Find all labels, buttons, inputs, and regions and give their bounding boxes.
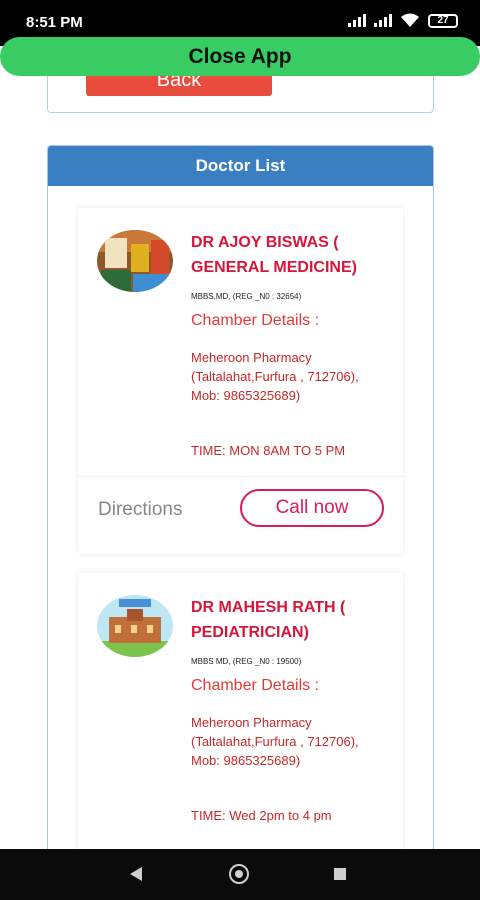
battery-icon: 27 xyxy=(428,13,458,28)
close-app-button[interactable]: Close App xyxy=(0,37,480,76)
home-icon[interactable] xyxy=(229,864,249,884)
chamber-details-title: Chamber Details : xyxy=(191,312,320,329)
doctor-list-panel: Doctor List DR AJOY BISWAS ( GENERAL MED… xyxy=(47,145,434,849)
recents-icon[interactable] xyxy=(334,868,346,880)
wifi-icon xyxy=(401,13,419,27)
doctor-card: DR AJOY BISWAS ( GENERAL MEDICINE) MBBS,… xyxy=(78,208,403,554)
signal-icon xyxy=(348,14,366,27)
android-nav-bar xyxy=(0,849,480,900)
doctor-avatar xyxy=(97,595,173,657)
chamber-address: Meheroon Pharmacy (Taltalahat,Furfura , … xyxy=(191,715,359,768)
doctor-avatar xyxy=(97,230,173,292)
status-time: 8:51 PM xyxy=(26,14,83,31)
doctor-list-header: Doctor List xyxy=(48,146,433,186)
status-icons: 27 xyxy=(348,13,458,28)
card-divider xyxy=(78,476,403,477)
chamber-details-title: Chamber Details : xyxy=(191,677,320,694)
call-now-button[interactable]: Call now xyxy=(240,489,384,527)
app-content: Back Doctor List DR AJOY BISWAS ( GENERA… xyxy=(0,46,480,849)
chamber-address: Meheroon Pharmacy (Taltalahat,Furfura , … xyxy=(191,350,359,403)
doctor-card: DR MAHESH RATH ( PEDIATRICIAN) MBBS MD, … xyxy=(78,573,403,849)
doctor-qualification: MBBS,MD, (REG _N0 : 32654) xyxy=(191,292,302,301)
doctor-qualification: MBBS MD, (REG _N0 : 19500) xyxy=(191,657,302,666)
doctor-name: DR AJOY BISWAS ( GENERAL MEDICINE) xyxy=(191,234,357,276)
back-icon[interactable] xyxy=(130,867,142,881)
doctor-name: DR MAHESH RATH ( PEDIATRICIAN) xyxy=(191,599,346,641)
directions-button[interactable]: Directions xyxy=(98,499,182,521)
chamber-time: TIME: MON 8AM TO 5 PM xyxy=(191,443,346,458)
chamber-time: TIME: Wed 2pm to 4 pm xyxy=(191,808,332,823)
signal-icon-2 xyxy=(374,14,392,27)
